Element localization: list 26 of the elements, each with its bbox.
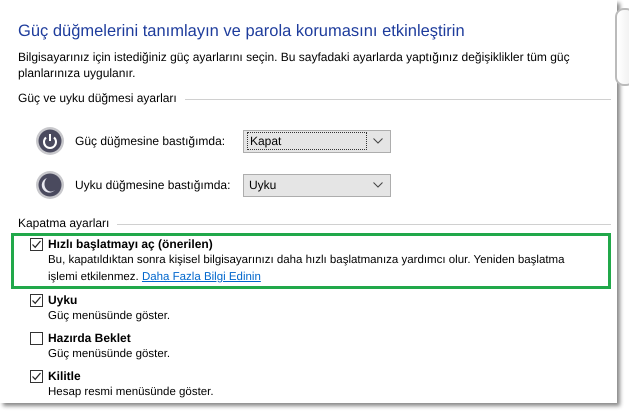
- option-description: Güç menüsünde göster.: [48, 309, 172, 324]
- option-label: Hazırda Beklet: [48, 330, 132, 346]
- dropdown[interactable]: Uyku: [243, 174, 391, 196]
- checkbox[interactable]: [30, 294, 43, 306]
- option-label: Kilitle: [48, 368, 82, 384]
- checkbox[interactable]: [30, 332, 43, 344]
- power-icon: [35, 126, 65, 156]
- setting-label: Güç düğmesine bastığımda:: [75, 134, 226, 148]
- setting-label: Uyku düğmesine bastığımda:: [75, 178, 232, 192]
- intro-text: Bilgisayarınız için istediğiniz güç ayarlarını seçin. Bu sayfadaki ayarlarda yaptığınız değişiklikler tüm güç planlarınıza uygulanır.: [18, 49, 571, 81]
- chevron-down-icon: [373, 138, 383, 144]
- chevron-down-icon: [373, 182, 383, 188]
- option-label: Hızlı başlatmayı aç (önerilen): [48, 236, 214, 252]
- learn-more-link[interactable]: Daha Fazla Bilgi Edinin: [142, 271, 261, 283]
- option-description: Hesap resmi menüsünde göster.: [48, 385, 215, 400]
- checkbox[interactable]: [30, 370, 43, 382]
- section-heading: Kapatma ayarları: [18, 216, 110, 230]
- option-description: Güç menüsünde göster.: [48, 347, 172, 362]
- scrollbar-thumb[interactable]: [615, 8, 629, 86]
- section-heading: Güç ve uyku düğmesi ayarları: [18, 91, 177, 105]
- dropdown[interactable]: Kapat: [243, 130, 391, 152]
- option-description: Bu, kapatıldıktan sonra kişisel bilgisayarınızı daha hızlı başlatmanıza yardımcı olur. Yeniden başlatma işlemi etkilenmez. Daha Fazla Bilgi Edinin: [48, 253, 566, 285]
- option-label: Uyku: [48, 292, 78, 308]
- checkbox[interactable]: [30, 238, 43, 250]
- moon-icon: [35, 170, 65, 200]
- page-title: Güç düğmelerini tanımlayın ve parola korumasını etkinleştirin: [18, 22, 466, 41]
